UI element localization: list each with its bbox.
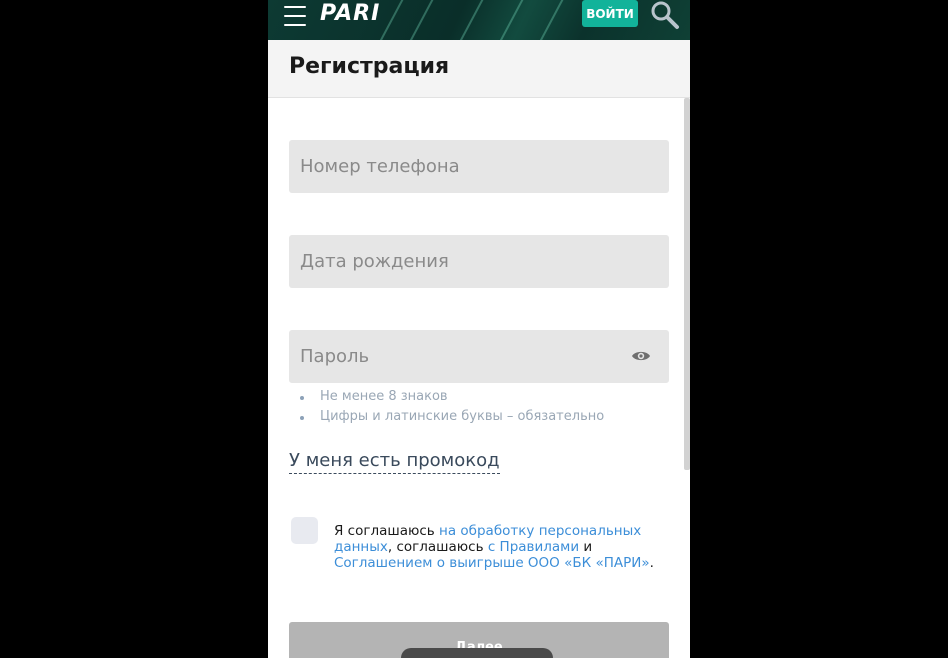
password-hint: Не менее 8 знаков bbox=[298, 387, 604, 407]
agreement-text-part: Я соглашаюсь bbox=[334, 523, 440, 539]
eye-icon[interactable] bbox=[631, 348, 651, 364]
birthdate-input[interactable] bbox=[289, 235, 669, 288]
decor-stripe bbox=[531, 0, 567, 40]
password-field[interactable] bbox=[289, 330, 669, 383]
agreement-text-part: , соглашаюсь bbox=[387, 539, 488, 555]
agreement-checkbox[interactable] bbox=[291, 517, 318, 544]
login-button[interactable]: ВОЙТИ bbox=[582, 0, 638, 27]
password-hint: Цифры и латинские буквы – обязательно bbox=[298, 407, 604, 427]
page-header: Регистрация bbox=[268, 40, 690, 98]
agreement-text-part: и bbox=[579, 539, 593, 555]
rules-link[interactable]: с Правилами bbox=[488, 539, 579, 555]
promo-code-link[interactable]: У меня есть промокод bbox=[289, 449, 500, 474]
password-hints: Не менее 8 знаков Цифры и латинские букв… bbox=[298, 387, 604, 427]
birthdate-field[interactable] bbox=[289, 235, 669, 288]
phone-field[interactable] bbox=[289, 140, 669, 193]
decor-stripe bbox=[451, 0, 487, 40]
mobile-viewport: PARI ВОЙТИ Регистрация Не менее 8 знако bbox=[268, 0, 690, 658]
decor-stripe bbox=[401, 0, 437, 40]
logo[interactable]: PARI bbox=[320, 1, 380, 27]
winnings-agreement-link[interactable]: Соглашением о выигрыше ООО «БК «ПАРИ» bbox=[334, 555, 650, 571]
agreement-text-part: . bbox=[649, 555, 654, 571]
decor-stripe bbox=[491, 0, 527, 40]
top-bar: PARI ВОЙТИ bbox=[268, 0, 690, 40]
scrollbar[interactable] bbox=[684, 98, 690, 470]
overlay-pill bbox=[401, 648, 553, 658]
phone-input[interactable] bbox=[289, 140, 669, 193]
password-input[interactable] bbox=[289, 330, 669, 383]
page-title: Регистрация bbox=[289, 54, 450, 79]
hamburger-icon[interactable] bbox=[284, 4, 306, 28]
agreement-text: Я соглашаюсь на обработку персональных д… bbox=[334, 523, 670, 571]
search-icon[interactable] bbox=[650, 0, 680, 30]
